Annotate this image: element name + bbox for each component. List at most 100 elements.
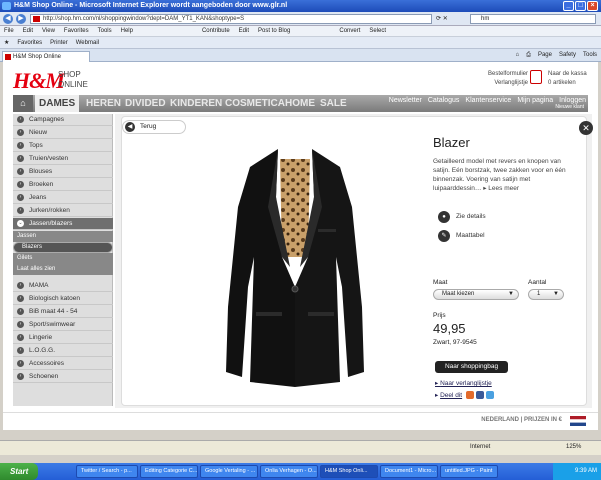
print-icon[interactable]: ⎙ xyxy=(526,51,531,60)
sidebar-item-blouses[interactable]: › Blouses xyxy=(13,166,113,178)
sidebar-item-logg[interactable]: › L.O.G.G. xyxy=(13,345,113,357)
sidebar-subitem-alles[interactable]: Laat alles zien xyxy=(13,264,113,275)
rss-icon[interactable] xyxy=(465,391,474,400)
nav-cosmetica[interactable]: COSMETICA xyxy=(225,95,285,112)
product-card: ◀ Terug ✕ Blazer Getailleerd model met r… xyxy=(121,116,593,406)
sidebar-item-campagnes[interactable]: › Campagnes xyxy=(13,114,113,126)
nieuwe-klant-link[interactable]: Nieuwe klant xyxy=(555,104,584,110)
size-select[interactable]: Maat kiezen ▼ xyxy=(433,289,519,300)
sidebar-item-schoenen[interactable]: › Schoenen xyxy=(13,371,113,383)
share-link[interactable]: Deel dit xyxy=(440,392,462,399)
add-to-bag-button[interactable]: Naar shoppingbag xyxy=(435,361,508,373)
zoom-level[interactable]: 125% xyxy=(566,444,581,450)
nav-heren[interactable]: HEREN xyxy=(86,95,121,112)
start-button[interactable]: Start xyxy=(0,463,38,480)
zie-details-link[interactable]: ● Zie details xyxy=(438,211,486,223)
menu-contribute[interactable]: Contribute xyxy=(202,26,230,36)
color-article-number: Zwart, 97-9545 xyxy=(433,339,477,346)
tab-hm-shop[interactable]: H&M Shop Online xyxy=(2,51,90,62)
favorite-printer[interactable]: Printer xyxy=(50,37,68,48)
shopping-bag-icon[interactable] xyxy=(530,70,542,84)
blazer-product-image[interactable] xyxy=(220,137,370,387)
close-window-button[interactable]: × xyxy=(587,1,598,11)
wishlist-link[interactable]: ▸ Naar verlanglijstje xyxy=(435,379,492,387)
home-icon[interactable]: ⌂ xyxy=(516,51,520,60)
menu-edit[interactable]: Edit xyxy=(23,26,33,36)
price-value: 49,95 xyxy=(433,321,466,336)
sidebar-item-accessoires[interactable]: › Accessoires xyxy=(13,358,113,370)
quantity-select[interactable]: 1 ▼ xyxy=(528,289,564,300)
taskbar-document1[interactable]: Document1 - Micro... xyxy=(380,465,438,478)
hm-logo[interactable]: H&M xyxy=(13,68,65,94)
sidebar-subitem-jassen[interactable]: Jassen xyxy=(13,231,113,242)
home-icon[interactable]: ⌂ xyxy=(13,95,33,112)
taskbar-hm-shop[interactable]: H&M Shop Onli... xyxy=(320,465,378,478)
nav-kinderen[interactable]: KINDEREN xyxy=(170,95,222,112)
subnav-klantenservice[interactable]: Klantenservice xyxy=(465,96,511,105)
sidebar-item-sport[interactable]: › Sport/swimwear xyxy=(13,319,113,331)
address-bar[interactable]: http://shop.hm.com/nl/shoppingwindow?dep… xyxy=(30,14,432,24)
back-button[interactable]: ◀ Terug xyxy=(122,120,186,134)
menu-post-to-blog[interactable]: Post to Blog xyxy=(258,26,290,36)
menu-select[interactable]: Select xyxy=(369,26,386,36)
nav-divided[interactable]: DIVIDED xyxy=(125,95,166,112)
menu-view[interactable]: View xyxy=(42,26,55,36)
sidebar-item-biologisch[interactable]: › Biologisch katoen xyxy=(13,293,113,305)
sidebar-item-lingerie[interactable]: › Lingerie xyxy=(13,332,113,344)
sidebar-item-truien[interactable]: › Truien/vesten xyxy=(13,153,113,165)
sidebar-item-tops[interactable]: › Tops xyxy=(13,140,113,152)
sidebar-item-mama[interactable]: › MAMA xyxy=(13,280,113,292)
star-icon[interactable]: ★ xyxy=(4,37,9,48)
kassa-link[interactable]: Naar de kassa xyxy=(548,70,587,79)
sidebar-item-broeken[interactable]: › Broeken xyxy=(13,179,113,191)
sidebar-item-jassen-blazers[interactable]: ⌄ Jassen/blazers xyxy=(13,218,113,230)
dutch-flag-icon[interactable] xyxy=(570,416,586,426)
safety-menu[interactable]: Safety xyxy=(559,51,576,60)
subnav-newsletter[interactable]: Newsletter xyxy=(389,96,422,105)
maximize-button[interactable]: □ xyxy=(575,1,586,11)
taskbar-twitter[interactable]: Twitter / Search - p... xyxy=(76,465,138,478)
sidebar-item-jurken[interactable]: › Jurken/rokken xyxy=(13,205,113,217)
tools-menu[interactable]: Tools xyxy=(583,51,597,60)
forward-arrow-icon[interactable]: ▶ xyxy=(16,14,26,24)
favorites-button[interactable]: Favorites xyxy=(17,37,42,48)
sidebar-item-jeans[interactable]: › Jeans xyxy=(13,192,113,204)
taskbar-editing[interactable]: Editing Categorie C... xyxy=(140,465,198,478)
menu-file[interactable]: File xyxy=(4,26,14,36)
favorite-webmail[interactable]: Webmail xyxy=(76,37,99,48)
menu-favorites[interactable]: Favorites xyxy=(64,26,89,36)
verlanglijstje-link[interactable]: Verlanglijstje xyxy=(468,79,528,88)
taskbar-onlia[interactable]: Onlia Verhagen - O... xyxy=(260,465,318,478)
menu-convert[interactable]: Convert xyxy=(339,26,360,36)
sidebar-item-bib[interactable]: › BiB maat 44 - 54 xyxy=(13,306,113,318)
system-tray-clock[interactable]: 9:39 AM xyxy=(553,463,601,480)
read-more-link[interactable]: ▸ Lees meer xyxy=(483,185,519,192)
minimize-button[interactable]: _ xyxy=(563,1,574,11)
page-menu[interactable]: Page xyxy=(538,51,552,60)
nav-dames[interactable]: DAMES xyxy=(35,95,80,112)
menu-tools[interactable]: Tools xyxy=(98,26,112,36)
taskbar-paint[interactable]: untitled.JPG - Paint xyxy=(440,465,498,478)
menu-help[interactable]: Help xyxy=(121,26,133,36)
subnav-catalogus[interactable]: Catalogus xyxy=(428,96,460,105)
search-input[interactable]: hm xyxy=(470,14,596,24)
sidebar-item-nieuw[interactable]: › Nieuw xyxy=(13,127,113,139)
country-selector[interactable]: NEDERLAND | PRIJZEN IN € xyxy=(481,417,562,423)
refresh-icon[interactable]: ⟳ ✕ xyxy=(436,15,448,22)
maattabel-link[interactable]: ✎ Maattabel xyxy=(438,230,485,242)
close-icon[interactable]: ✕ xyxy=(579,121,593,135)
bestelformulier-link[interactable]: Bestelformulier xyxy=(468,70,528,79)
back-arrow-icon[interactable]: ◀ xyxy=(3,14,13,24)
facebook-icon[interactable] xyxy=(475,391,484,400)
sidebar-subitem-blazers[interactable]: Blazers xyxy=(13,242,113,253)
nav-sale[interactable]: SALE xyxy=(320,95,347,112)
subnav-mijn-pagina[interactable]: Mijn pagina xyxy=(517,96,553,105)
taskbar-google-vertaling[interactable]: Google Vertaling - ... xyxy=(200,465,258,478)
chevron-right-icon: › xyxy=(17,142,24,149)
chevron-right-icon: › xyxy=(17,194,24,201)
menu-edit2[interactable]: Edit xyxy=(239,26,249,36)
nav-home[interactable]: HOME xyxy=(285,95,315,112)
chevron-right-icon: › xyxy=(17,155,24,162)
sidebar-subitem-gilets[interactable]: Gilets xyxy=(13,253,113,264)
twitter-icon[interactable] xyxy=(485,391,494,400)
